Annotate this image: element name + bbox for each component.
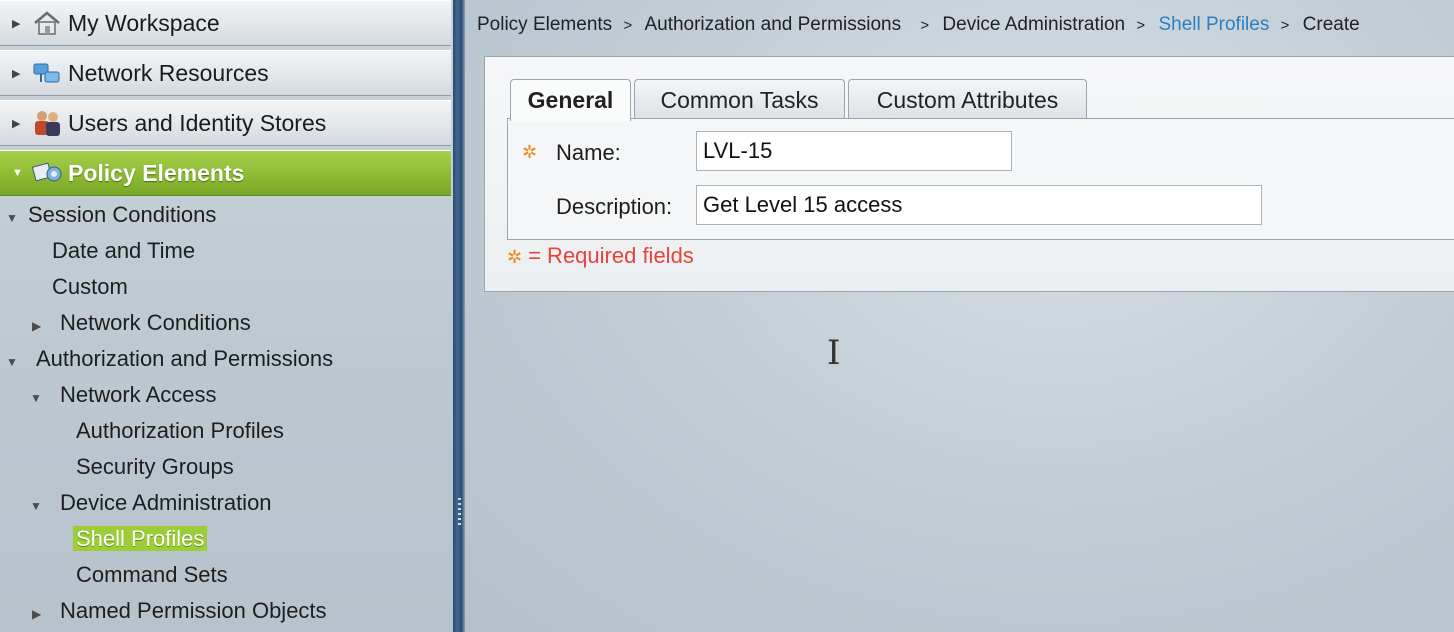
breadcrumb-separator: > (920, 17, 930, 34)
required-star-icon: ✲ (522, 142, 538, 162)
drawer-label: Policy Elements (68, 159, 245, 186)
drawer-label: My Workspace (68, 9, 220, 36)
general-form: ✲ Name: Description: (507, 118, 1454, 240)
tree-item-authorization-and-permissions[interactable]: ▼ Authorization and Permissions (6, 344, 333, 374)
tree-item-command-sets[interactable]: Command Sets (76, 560, 228, 590)
breadcrumb-separator: > (623, 17, 633, 34)
tree-item-authorization-profiles[interactable]: Authorization Profiles (76, 416, 284, 446)
tree-item-session-conditions[interactable]: ▼ Session Conditions (6, 200, 216, 230)
network-resources-icon (32, 59, 66, 87)
collapse-arrow-icon: ▼ (30, 499, 42, 513)
breadcrumb: Policy Elements > Authorization and Perm… (477, 14, 1360, 36)
required-fields-text: = Required fields (528, 243, 694, 268)
breadcrumb-link-shell-profiles[interactable]: Shell Profiles (1158, 14, 1269, 35)
users-icon (32, 109, 66, 137)
tree-item-shell-profiles[interactable]: Shell Profiles (73, 524, 208, 554)
collapse-arrow-icon: ▼ (12, 167, 23, 179)
breadcrumb-separator: > (1280, 17, 1290, 34)
collapse-arrow-icon: ▼ (30, 391, 42, 405)
required-fields-note: ✲ = Required fields (507, 243, 694, 269)
expand-arrow-icon: ▶ (32, 607, 42, 621)
tree-item-security-groups[interactable]: Security Groups (76, 452, 234, 482)
expand-arrow-icon: ▶ (12, 17, 21, 30)
workspace-icon (32, 9, 66, 37)
collapse-arrow-icon: ▼ (6, 211, 18, 225)
breadcrumb-current: Create (1302, 14, 1360, 35)
name-label: Name: (556, 140, 621, 165)
pane-splitter[interactable] (453, 0, 465, 632)
drawer-users-identity-stores[interactable]: ▶ Users and Identity Stores (0, 100, 451, 146)
collapse-arrow-icon: ▼ (6, 355, 18, 369)
tree-item-device-administration[interactable]: ▼ Device Administration (30, 488, 272, 518)
navigation-sidebar: ▶ My Workspace ▶ Network Resources ▶ Use… (0, 0, 453, 632)
tree-item-network-access[interactable]: ▼ Network Access (30, 380, 217, 410)
drawer-label: Users and Identity Stores (68, 109, 327, 136)
shell-profile-panel: General Common Tasks Custom Attributes ✲… (484, 56, 1454, 292)
drawer-network-resources[interactable]: ▶ Network Resources (0, 50, 451, 96)
text-cursor-icon: I (827, 333, 841, 373)
tree-item-custom[interactable]: Custom (52, 272, 128, 302)
required-star-icon: ✲ (507, 247, 523, 267)
tree-item-network-conditions[interactable]: ▶ Network Conditions (32, 308, 251, 338)
breadcrumb-item[interactable]: Device Administration (942, 14, 1125, 35)
splitter-grip-icon[interactable] (458, 498, 461, 528)
expand-arrow-icon: ▶ (12, 117, 21, 130)
breadcrumb-item[interactable]: Authorization and Permissions (644, 14, 901, 35)
main-content: Policy Elements > Authorization and Perm… (465, 0, 1454, 632)
tree-item-date-and-time[interactable]: Date and Time (52, 236, 195, 266)
description-label: Description: (556, 194, 673, 219)
policy-elements-icon (32, 159, 66, 187)
expand-arrow-icon: ▶ (32, 319, 42, 333)
drawer-policy-elements[interactable]: ▼ Policy Elements (0, 150, 451, 196)
description-input[interactable] (696, 185, 1262, 225)
tree-item-named-permission-objects[interactable]: ▶ Named Permission Objects (32, 596, 327, 626)
breadcrumb-separator: > (1136, 17, 1146, 34)
breadcrumb-item[interactable]: Policy Elements (477, 14, 612, 35)
tab-general[interactable]: General (510, 79, 631, 121)
drawer-label: Network Resources (68, 59, 269, 86)
name-input[interactable] (696, 131, 1012, 171)
drawer-my-workspace[interactable]: ▶ My Workspace (0, 0, 451, 46)
tab-common-tasks[interactable]: Common Tasks (634, 79, 845, 119)
expand-arrow-icon: ▶ (12, 67, 21, 80)
tab-custom-attributes[interactable]: Custom Attributes (848, 79, 1087, 119)
